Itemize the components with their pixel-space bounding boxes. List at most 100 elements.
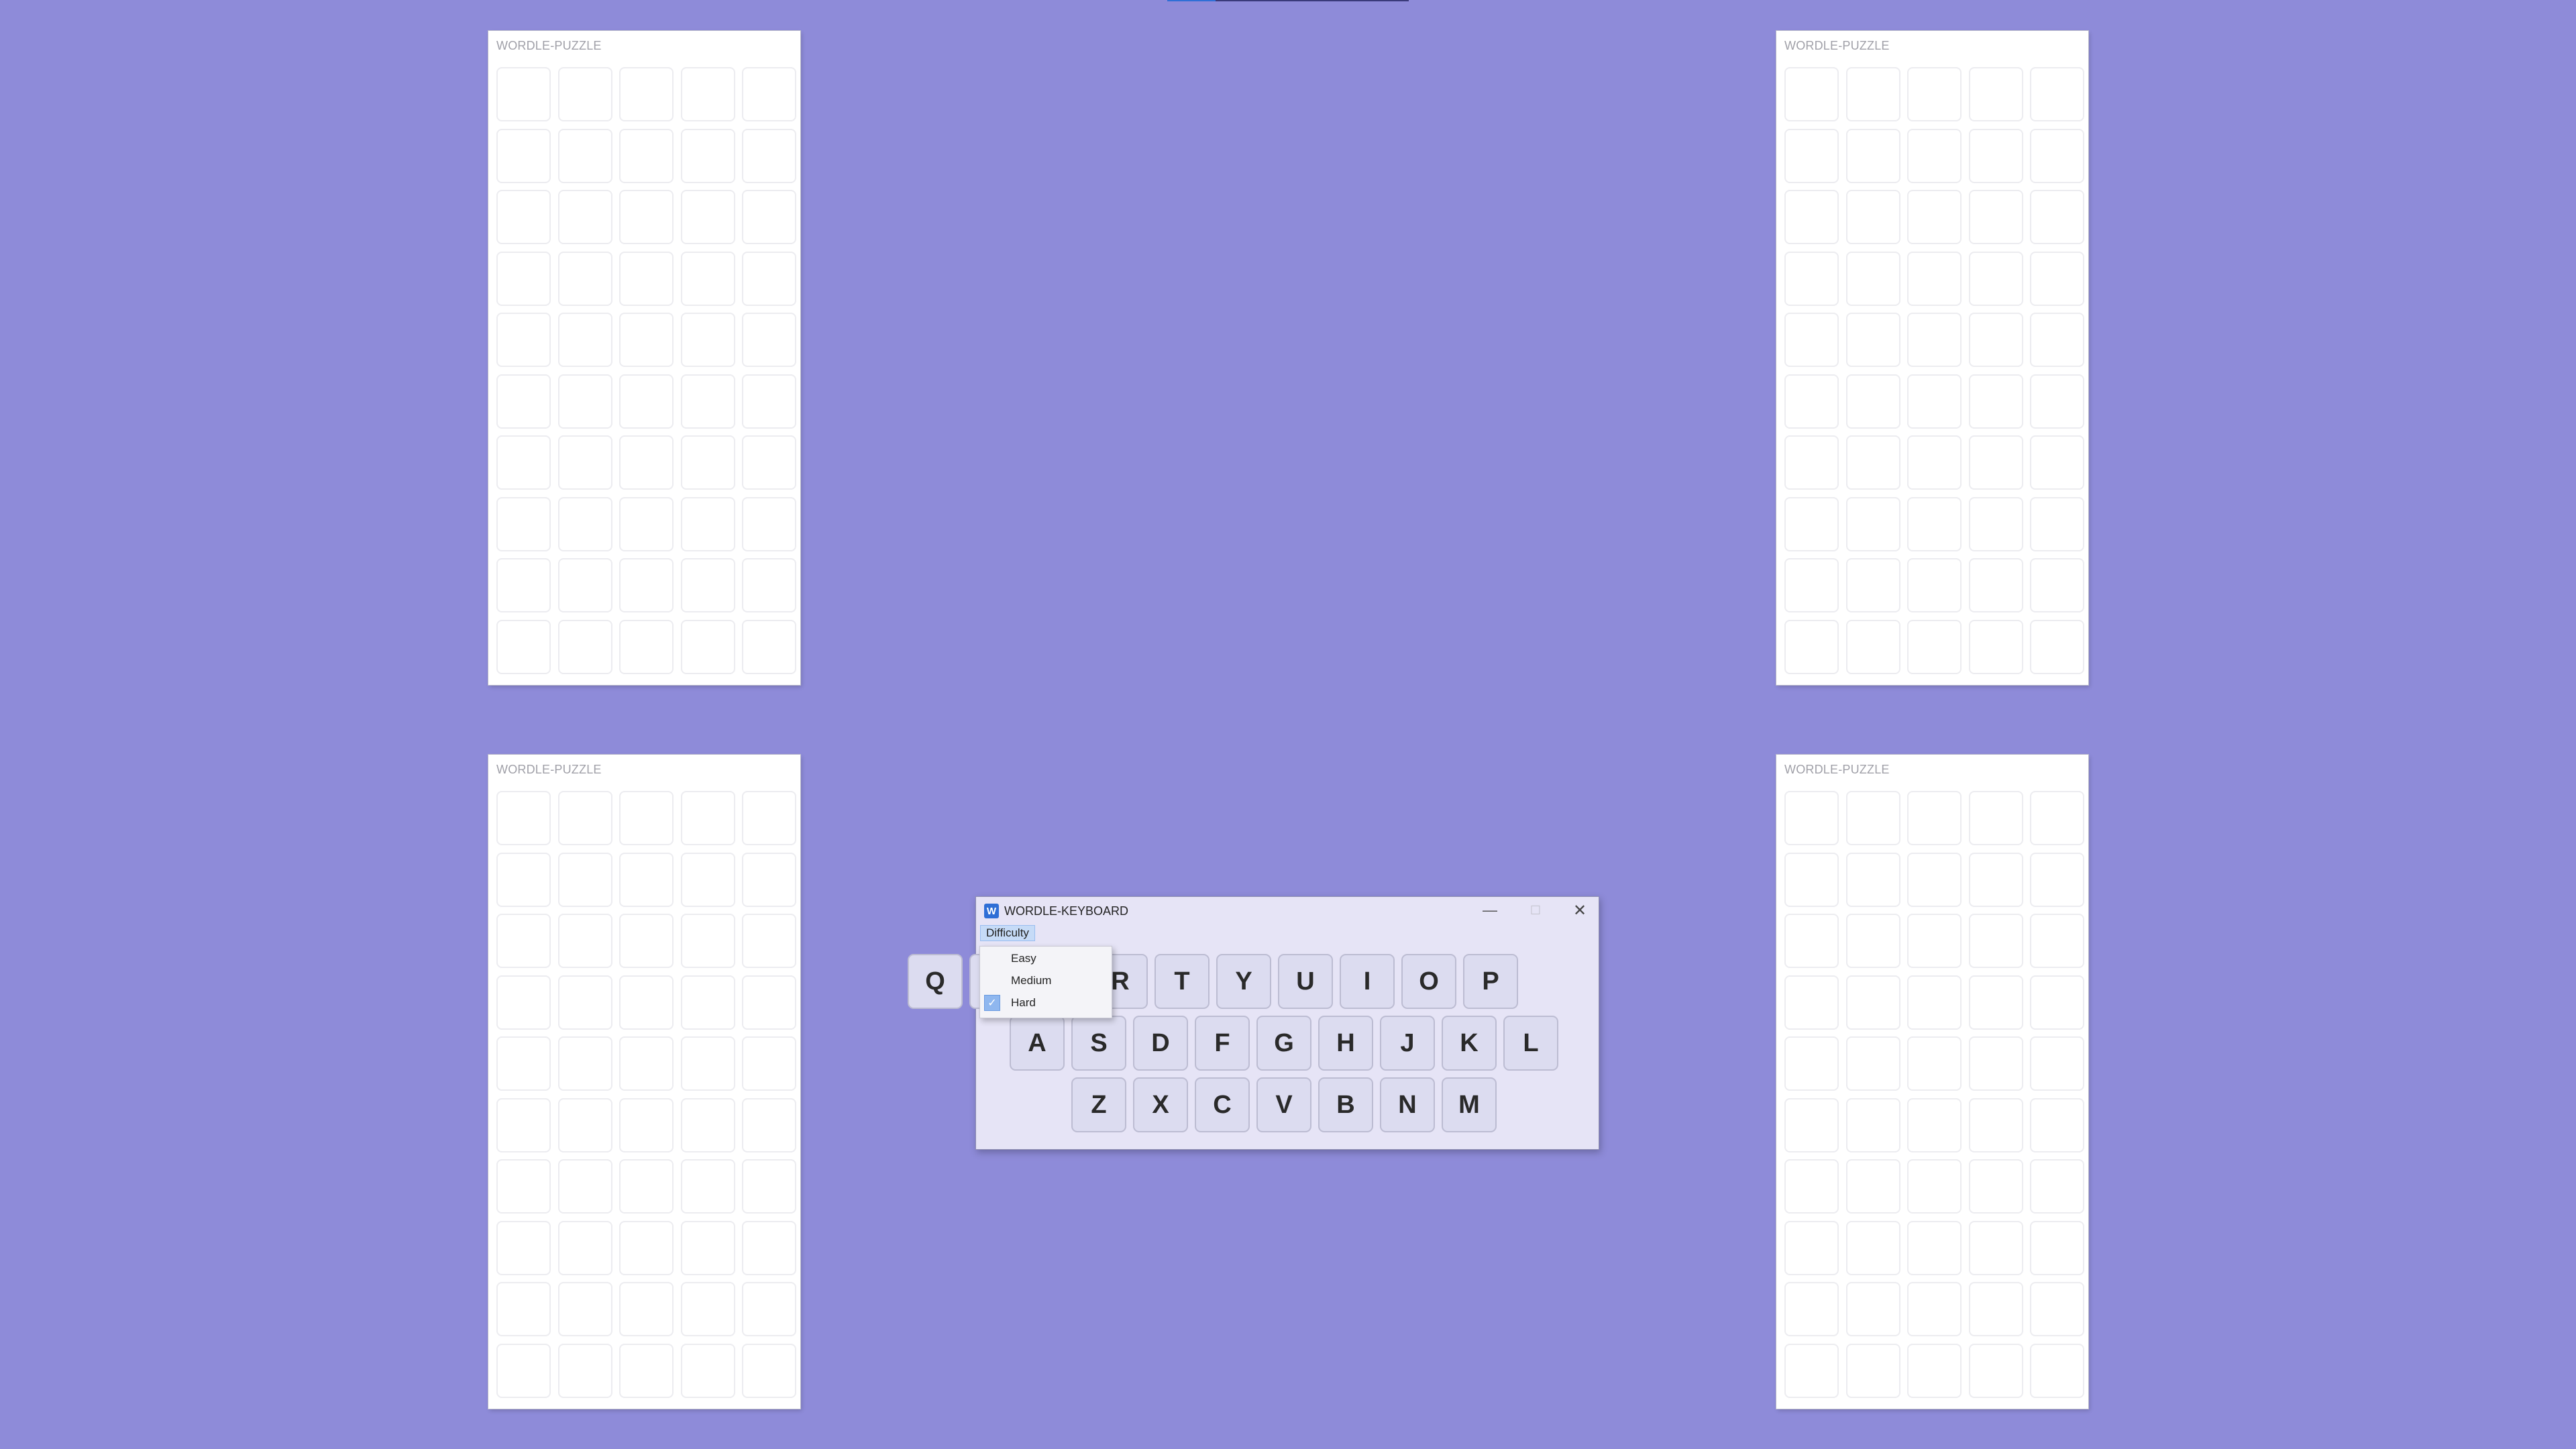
letter-cell <box>1845 251 1900 306</box>
keyboard-window[interactable]: W WORDLE-KEYBOARD — ☐ ✕ Difficulty QWERT… <box>908 896 1599 1150</box>
difficulty-option-medium[interactable]: Medium <box>980 971 1112 991</box>
letter-cell <box>1907 496 1962 551</box>
puzzle-window-top-right[interactable]: WORDLE-PUZZLE <box>1776 31 2088 685</box>
key-v[interactable]: V <box>1256 1077 1311 1132</box>
letter-cell <box>680 914 735 968</box>
letter-cell <box>496 558 551 612</box>
letter-cell <box>1784 128 1839 183</box>
key-x[interactable]: X <box>1133 1077 1188 1132</box>
letter-cell <box>1907 558 1962 612</box>
puzzle-window-top-left[interactable]: WORDLE-PUZZLE <box>488 31 800 685</box>
letter-cell <box>1907 128 1962 183</box>
letter-cell <box>680 975 735 1030</box>
letter-cell <box>557 1097 612 1152</box>
letter-cell <box>1968 1343 2023 1398</box>
letter-cell <box>619 313 674 367</box>
letter-cell <box>2030 1220 2084 1275</box>
key-k[interactable]: K <box>1442 1016 1497 1071</box>
key-h[interactable]: H <box>1318 1016 1373 1071</box>
letter-cell <box>1907 435 1962 490</box>
letter-cell <box>557 435 612 490</box>
letter-cell <box>1907 67 1962 121</box>
letter-cell <box>1784 975 1839 1030</box>
letter-cell <box>557 852 612 907</box>
letter-cell <box>557 1036 612 1091</box>
letter-cell <box>680 852 735 907</box>
key-s[interactable]: S <box>1071 1016 1126 1071</box>
key-o[interactable]: O <box>1401 954 1456 1009</box>
check-icon: ✓ <box>984 995 1000 1011</box>
letter-cell <box>496 251 551 306</box>
maximize-button[interactable]: ☐ <box>1521 901 1550 920</box>
difficulty-option-easy[interactable]: Easy <box>980 949 1112 969</box>
letter-cell <box>1968 313 2023 367</box>
letter-cell <box>1784 1220 1839 1275</box>
letter-cell <box>1907 914 1962 968</box>
key-g[interactable]: G <box>1256 1016 1311 1071</box>
letter-cell <box>1784 791 1839 845</box>
letter-cell <box>496 190 551 244</box>
letter-cell <box>742 1097 796 1152</box>
letter-cell <box>742 190 796 244</box>
letter-cell <box>619 1282 674 1336</box>
key-f[interactable]: F <box>1195 1016 1250 1071</box>
menu-difficulty[interactable]: Difficulty <box>980 925 1035 941</box>
letter-cell <box>1784 496 1839 551</box>
letter-cell <box>1845 791 1900 845</box>
key-d[interactable]: D <box>1133 1016 1188 1071</box>
letter-cell <box>742 313 796 367</box>
letter-cell <box>2030 975 2084 1030</box>
puzzle-grid <box>1784 791 2084 1398</box>
key-q[interactable]: Q <box>908 954 963 1009</box>
letter-cell <box>680 190 735 244</box>
key-y[interactable]: Y <box>1216 954 1271 1009</box>
key-j[interactable]: J <box>1380 1016 1435 1071</box>
letter-cell <box>1907 1159 1962 1214</box>
letter-cell <box>496 1097 551 1152</box>
letter-cell <box>2030 496 2084 551</box>
letter-cell <box>1784 313 1839 367</box>
letter-cell <box>680 496 735 551</box>
key-l[interactable]: L <box>1503 1016 1558 1071</box>
key-z[interactable]: Z <box>1071 1077 1126 1132</box>
key-n[interactable]: N <box>1380 1077 1435 1132</box>
letter-cell <box>2030 1097 2084 1152</box>
letter-cell <box>1907 791 1962 845</box>
puzzle-window-bottom-right[interactable]: WORDLE-PUZZLE <box>1776 755 2088 1409</box>
puzzle-grid <box>496 67 796 674</box>
minimize-button[interactable]: — <box>1475 901 1505 920</box>
letter-cell <box>742 435 796 490</box>
key-u[interactable]: U <box>1278 954 1333 1009</box>
letter-cell <box>1784 67 1839 121</box>
letter-cell <box>1968 1159 2023 1214</box>
letter-cell <box>496 313 551 367</box>
letter-cell <box>742 496 796 551</box>
letter-cell <box>557 619 612 674</box>
puzzle-window-bottom-left[interactable]: WORDLE-PUZZLE <box>488 755 800 1409</box>
key-t[interactable]: T <box>1155 954 1210 1009</box>
letter-cell <box>1907 1036 1962 1091</box>
letter-cell <box>496 1343 551 1398</box>
close-button[interactable]: ✕ <box>1565 901 1595 920</box>
key-a[interactable]: A <box>1010 1016 1065 1071</box>
letter-cell <box>742 1220 796 1275</box>
key-m[interactable]: M <box>1442 1077 1497 1132</box>
letter-cell <box>1968 791 2023 845</box>
difficulty-option-hard[interactable]: ✓ Hard <box>980 993 1112 1013</box>
menu-bar: Difficulty <box>976 924 1599 944</box>
letter-cell <box>1968 374 2023 429</box>
letter-cell <box>2030 313 2084 367</box>
key-i[interactable]: I <box>1340 954 1395 1009</box>
letter-cell <box>1845 190 1900 244</box>
key-p[interactable]: P <box>1463 954 1518 1009</box>
letter-cell <box>1907 975 1962 1030</box>
key-c[interactable]: C <box>1195 1077 1250 1132</box>
letter-cell <box>1845 558 1900 612</box>
app-icon: W <box>984 904 999 918</box>
letter-cell <box>1968 1097 2023 1152</box>
letter-cell <box>680 128 735 183</box>
letter-cell <box>1907 251 1962 306</box>
keyboard-titlebar[interactable]: W WORDLE-KEYBOARD — ☐ ✕ <box>976 897 1599 924</box>
letter-cell <box>2030 128 2084 183</box>
key-b[interactable]: B <box>1318 1077 1373 1132</box>
